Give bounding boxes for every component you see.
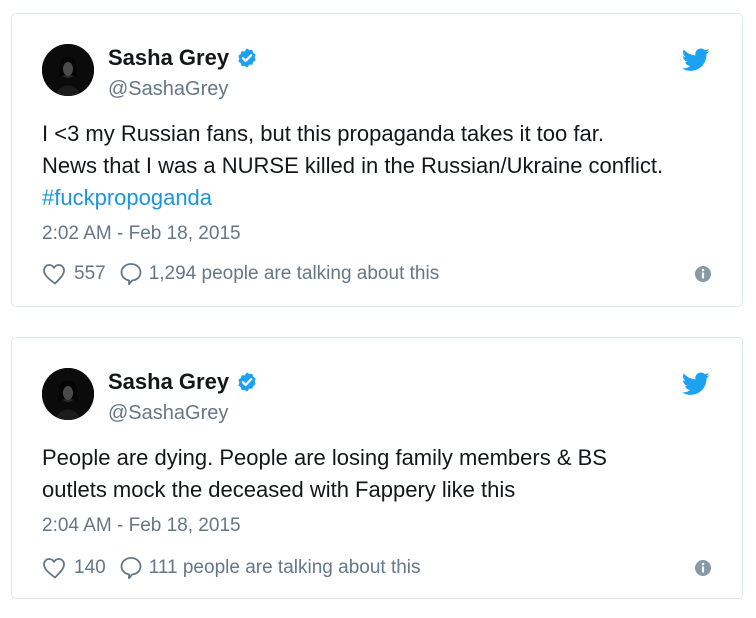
- reply-bubble-icon[interactable]: [118, 555, 144, 581]
- tweet-text-line: I <3 my Russian fans, but this propagand…: [42, 121, 604, 146]
- tweet-text: I <3 my Russian fans, but this propagand…: [42, 118, 722, 214]
- reply-bubble-icon[interactable]: [118, 261, 144, 287]
- author-handle[interactable]: @SashaGrey: [108, 77, 228, 101]
- tweet-timestamp[interactable]: 2:04 AM - Feb 18, 2015: [42, 514, 241, 538]
- avatar[interactable]: [42, 44, 94, 96]
- info-icon[interactable]: [694, 559, 712, 577]
- tweet-text-line: People are dying. People are losing fami…: [42, 445, 607, 470]
- heart-icon[interactable]: [42, 556, 68, 580]
- tweet-actions: 140 111 people are talking about this: [42, 554, 712, 582]
- tweet-timestamp[interactable]: 2:02 AM - Feb 18, 2015: [42, 222, 241, 246]
- talking-count[interactable]: 1,294 people are talking about this: [149, 263, 440, 285]
- author-name[interactable]: Sasha Grey: [108, 45, 229, 71]
- author-handle[interactable]: @SashaGrey: [108, 401, 228, 425]
- tweet-actions: 557 1,294 people are talking about this: [42, 260, 712, 288]
- hashtag-link[interactable]: #fuckpropoganda: [42, 182, 722, 214]
- like-count[interactable]: 140: [74, 557, 106, 579]
- info-icon[interactable]: [694, 265, 712, 283]
- twitter-bird-icon[interactable]: [682, 48, 710, 72]
- author-name[interactable]: Sasha Grey: [108, 369, 229, 395]
- twitter-bird-icon[interactable]: [682, 372, 710, 396]
- tweet-text-line: outlets mock the deceased with Fappery l…: [42, 477, 516, 502]
- tweet-text: People are dying. People are losing fami…: [42, 442, 722, 506]
- verified-badge-icon: [238, 48, 256, 68]
- tweet-card[interactable]: Sasha Grey @SashaGrey People are dying. …: [11, 337, 743, 599]
- heart-icon[interactable]: [42, 262, 68, 286]
- tweet-card[interactable]: Sasha Grey @SashaGrey I <3 my Russian fa…: [11, 13, 743, 307]
- verified-badge-icon: [238, 372, 256, 392]
- like-count[interactable]: 557: [74, 263, 106, 285]
- talking-count[interactable]: 111 people are talking about this: [149, 557, 421, 579]
- avatar[interactable]: [42, 368, 94, 420]
- tweet-text-line: News that I was a NURSE killed in the Ru…: [42, 153, 664, 178]
